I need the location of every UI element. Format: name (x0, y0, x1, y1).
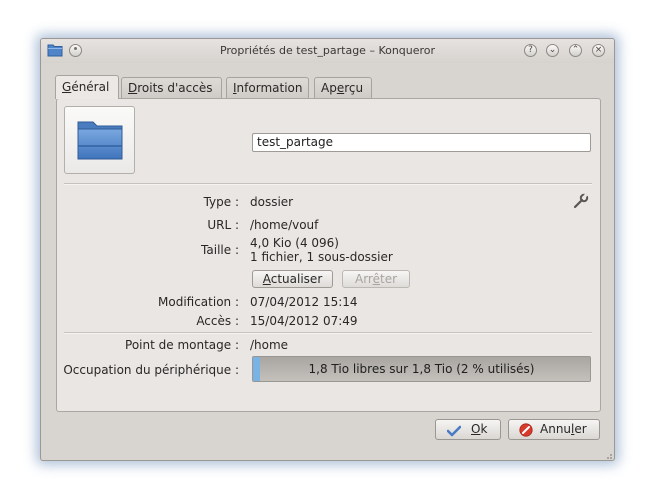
maximize-icon[interactable]: ⌃ (569, 44, 582, 57)
mount-point-label: Point de montage : (125, 338, 239, 352)
accessed-label: Accès : (196, 314, 239, 328)
url-label: URL : (207, 218, 239, 232)
usage-text: 1,8 Tio libres sur 1,8 Tio (2 % utilisés… (308, 362, 535, 376)
type-value: dossier (250, 195, 294, 209)
tab-general[interactable]: Général (55, 75, 119, 99)
minimize-icon[interactable]: ⌄ (546, 44, 559, 57)
folder-icon (77, 121, 123, 160)
help-icon[interactable]: ? (524, 44, 537, 57)
tab-preview[interactable]: Aperçu (314, 77, 372, 98)
size-details: 1 fichier, 1 sous-dossier (250, 250, 393, 264)
modified-label: Modification : (158, 295, 239, 309)
tab-access-rights[interactable]: Droits d'accès (121, 77, 222, 98)
refresh-button[interactable]: Actualiser (252, 270, 333, 288)
separator (64, 332, 592, 334)
modified-value: 07/04/2012 15:14 (250, 295, 358, 309)
size-value: 4,0 Kio (4 096) (250, 236, 339, 250)
tab-information[interactable]: Information (226, 77, 309, 98)
icon-button[interactable] (64, 106, 135, 174)
ok-button[interactable]: Ok (435, 419, 501, 440)
name-input[interactable]: test_partage (252, 133, 591, 152)
resize-grip-icon[interactable] (607, 449, 613, 460)
general-panel: test_partage Type : dossier URL : /home/… (56, 98, 601, 412)
close-icon[interactable]: × (592, 44, 605, 57)
type-label: Type : (203, 195, 239, 209)
wrench-icon[interactable] (573, 193, 589, 212)
size-label: Taille : (201, 243, 239, 257)
check-icon (446, 424, 462, 443)
accessed-value: 15/04/2012 07:49 (250, 314, 358, 328)
title-bar[interactable]: Propriétés de test_partage – Konqueror ?… (41, 39, 614, 63)
cancel-icon (519, 423, 533, 443)
properties-dialog: Propriétés de test_partage – Konqueror ?… (40, 38, 615, 461)
mount-point-value: /home (250, 338, 289, 352)
separator (64, 183, 592, 185)
cancel-button[interactable]: Annuler (508, 419, 600, 440)
url-value: /home/vouf (250, 218, 319, 232)
stop-button[interactable]: Arrêter (342, 270, 410, 288)
device-usage-bar: 1,8 Tio libres sur 1,8 Tio (2 % utilisés… (252, 356, 591, 382)
device-usage-label: Occupation du périphérique : (63, 363, 239, 377)
